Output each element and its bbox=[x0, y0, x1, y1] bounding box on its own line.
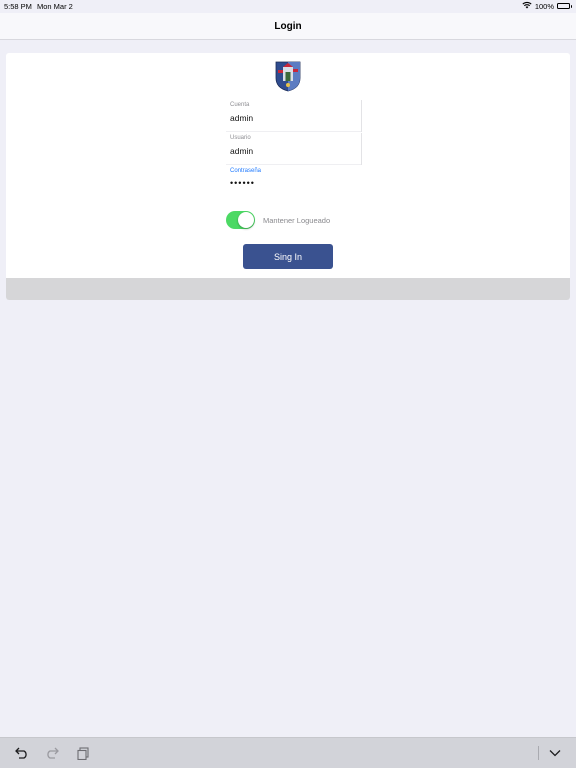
navigation-bar: Login bbox=[0, 13, 576, 40]
app-logo bbox=[274, 58, 302, 92]
status-bar: 5:58 PM Mon Mar 2 100% bbox=[0, 0, 576, 13]
contrasena-label: Contraseña bbox=[230, 168, 262, 174]
usuario-input[interactable] bbox=[230, 146, 356, 156]
battery-icon bbox=[557, 3, 572, 9]
login-card: Cuenta Usuario Contraseña •••••• Mantene… bbox=[6, 53, 570, 300]
field-divider bbox=[226, 131, 361, 132]
sign-in-button[interactable]: Sing In bbox=[243, 244, 333, 269]
status-indicators: 100% bbox=[522, 1, 572, 11]
usuario-field[interactable]: Usuario bbox=[226, 133, 362, 165]
keep-logged-toggle[interactable] bbox=[226, 211, 255, 229]
field-divider bbox=[226, 164, 361, 165]
wifi-icon bbox=[522, 1, 532, 11]
cuenta-field[interactable]: Cuenta bbox=[226, 100, 362, 132]
password-input[interactable]: •••••• bbox=[230, 178, 356, 188]
cuenta-input[interactable] bbox=[230, 113, 356, 123]
status-time: 5:58 PM bbox=[4, 2, 32, 11]
paste-icon[interactable] bbox=[75, 745, 91, 761]
page-title: Login bbox=[274, 20, 302, 32]
keyboard-toolbar bbox=[0, 737, 576, 768]
contrasena-field[interactable]: Contraseña •••••• bbox=[226, 166, 362, 198]
redo-icon[interactable] bbox=[44, 745, 60, 761]
status-date: Mon Mar 2 bbox=[37, 2, 73, 11]
undo-icon[interactable] bbox=[14, 745, 30, 761]
toggle-knob bbox=[238, 212, 254, 228]
dismiss-keyboard-icon[interactable] bbox=[547, 745, 563, 761]
keep-logged-label: Mantener Logueado bbox=[263, 216, 331, 225]
usuario-label: Usuario bbox=[230, 135, 251, 141]
cuenta-label: Cuenta bbox=[230, 102, 250, 108]
card-footer bbox=[6, 278, 570, 300]
toolbar-divider bbox=[538, 746, 539, 760]
battery-percent: 100% bbox=[534, 1, 554, 11]
